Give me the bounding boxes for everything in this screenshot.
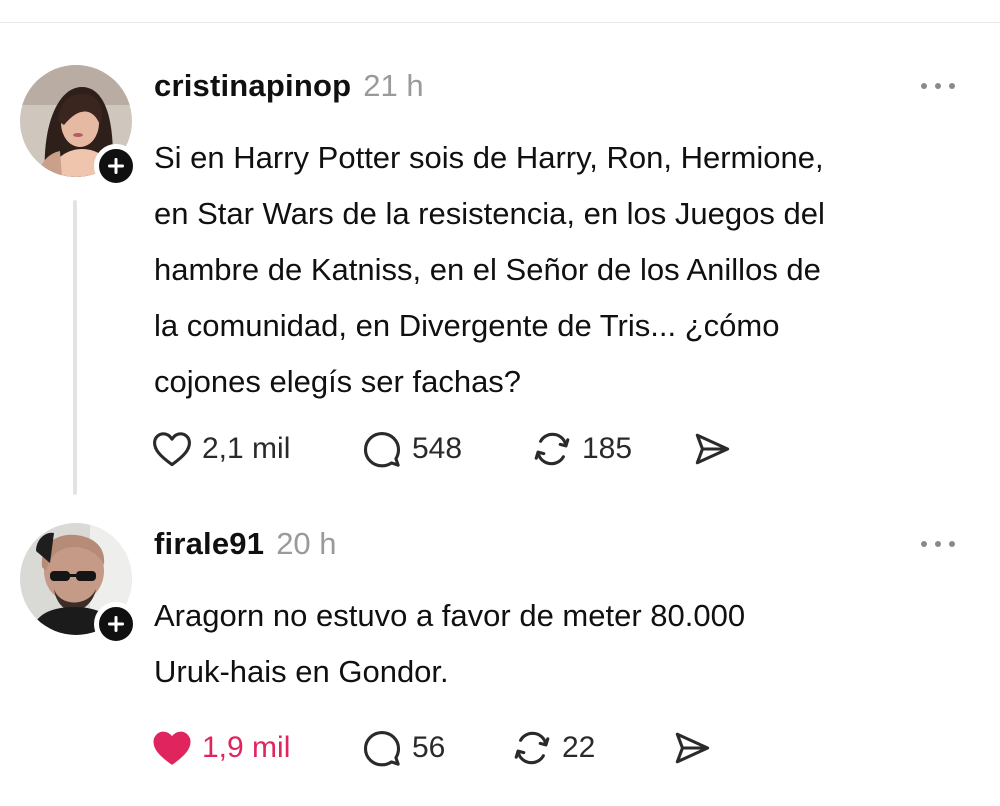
comment-bubble-icon — [363, 731, 401, 767]
repost-arrows-icon — [514, 731, 550, 765]
timestamp: 21 h — [363, 68, 424, 103]
like-button[interactable]: 2,1 mil — [150, 424, 360, 474]
post-text-line: la comunidad, en Divergente de Tris... ¿… — [154, 308, 780, 343]
follow-button[interactable] — [94, 144, 138, 188]
more-options-button[interactable] — [918, 76, 958, 96]
follow-button[interactable] — [94, 602, 138, 646]
comment-bubble-icon — [363, 432, 401, 468]
threads-feed: cristinapinop 21 h Si en Harry Potter so… — [0, 0, 1000, 806]
more-dot — [935, 541, 941, 547]
repost-button[interactable]: 185 — [530, 424, 690, 474]
reply-count: 56 — [412, 731, 446, 764]
more-options-button[interactable] — [918, 534, 958, 554]
share-button[interactable] — [690, 424, 750, 474]
post-firale91: firale91 20 h Aragorn no estuvo a favor … — [0, 518, 1000, 788]
thread-connector-line — [73, 200, 77, 495]
repost-count: 22 — [562, 731, 596, 764]
post-text-line: Uruk-hais en Gondor. — [154, 654, 449, 689]
like-count: 1,9 mil — [202, 731, 291, 764]
post-text-line: hambre de Katniss, en el Señor de los An… — [154, 252, 821, 287]
action-bar: 2,1 mil 548 185 — [150, 424, 750, 474]
reply-button[interactable]: 56 — [360, 723, 510, 773]
more-dot — [921, 541, 927, 547]
plus-icon — [108, 616, 124, 632]
post-text-line: en Star Wars de la resistencia, en los J… — [154, 196, 825, 231]
post-header: cristinapinop 21 h — [154, 68, 424, 104]
reply-count: 548 — [412, 432, 463, 465]
post-text-line: Si en Harry Potter sois de Harry, Ron, H… — [154, 140, 824, 175]
timestamp: 20 h — [276, 526, 337, 561]
send-icon — [695, 433, 730, 465]
repost-button[interactable]: 22 — [510, 723, 670, 773]
username[interactable]: firale91 — [154, 526, 264, 562]
reply-button[interactable]: 548 — [360, 424, 530, 474]
username[interactable]: cristinapinop — [154, 68, 351, 104]
heart-icon — [153, 432, 191, 467]
more-dot — [949, 83, 955, 89]
action-bar: 1,9 mil 56 22 — [150, 723, 730, 773]
post-header: firale91 20 h — [154, 526, 337, 562]
share-button[interactable] — [670, 723, 730, 773]
heart-icon — [153, 731, 191, 765]
post-cristinapinop: cristinapinop 21 h Si en Harry Potter so… — [0, 60, 1000, 500]
post-text: Si en Harry Potter sois de Harry, Ron, H… — [154, 130, 974, 410]
repost-arrows-icon — [534, 432, 570, 466]
top-divider — [0, 22, 1000, 23]
post-text: Aragorn no estuvo a favor de meter 80.00… — [154, 588, 974, 700]
repost-count: 185 — [582, 432, 633, 465]
send-icon — [675, 732, 710, 764]
more-dot — [921, 83, 927, 89]
like-button[interactable]: 1,9 mil — [150, 723, 360, 773]
like-count: 2,1 mil — [202, 432, 291, 465]
post-text-line: Aragorn no estuvo a favor de meter 80.00… — [154, 598, 746, 633]
post-text-line: cojones elegís ser fachas? — [154, 364, 522, 399]
plus-icon — [108, 158, 124, 174]
more-dot — [949, 541, 955, 547]
more-dot — [935, 83, 941, 89]
